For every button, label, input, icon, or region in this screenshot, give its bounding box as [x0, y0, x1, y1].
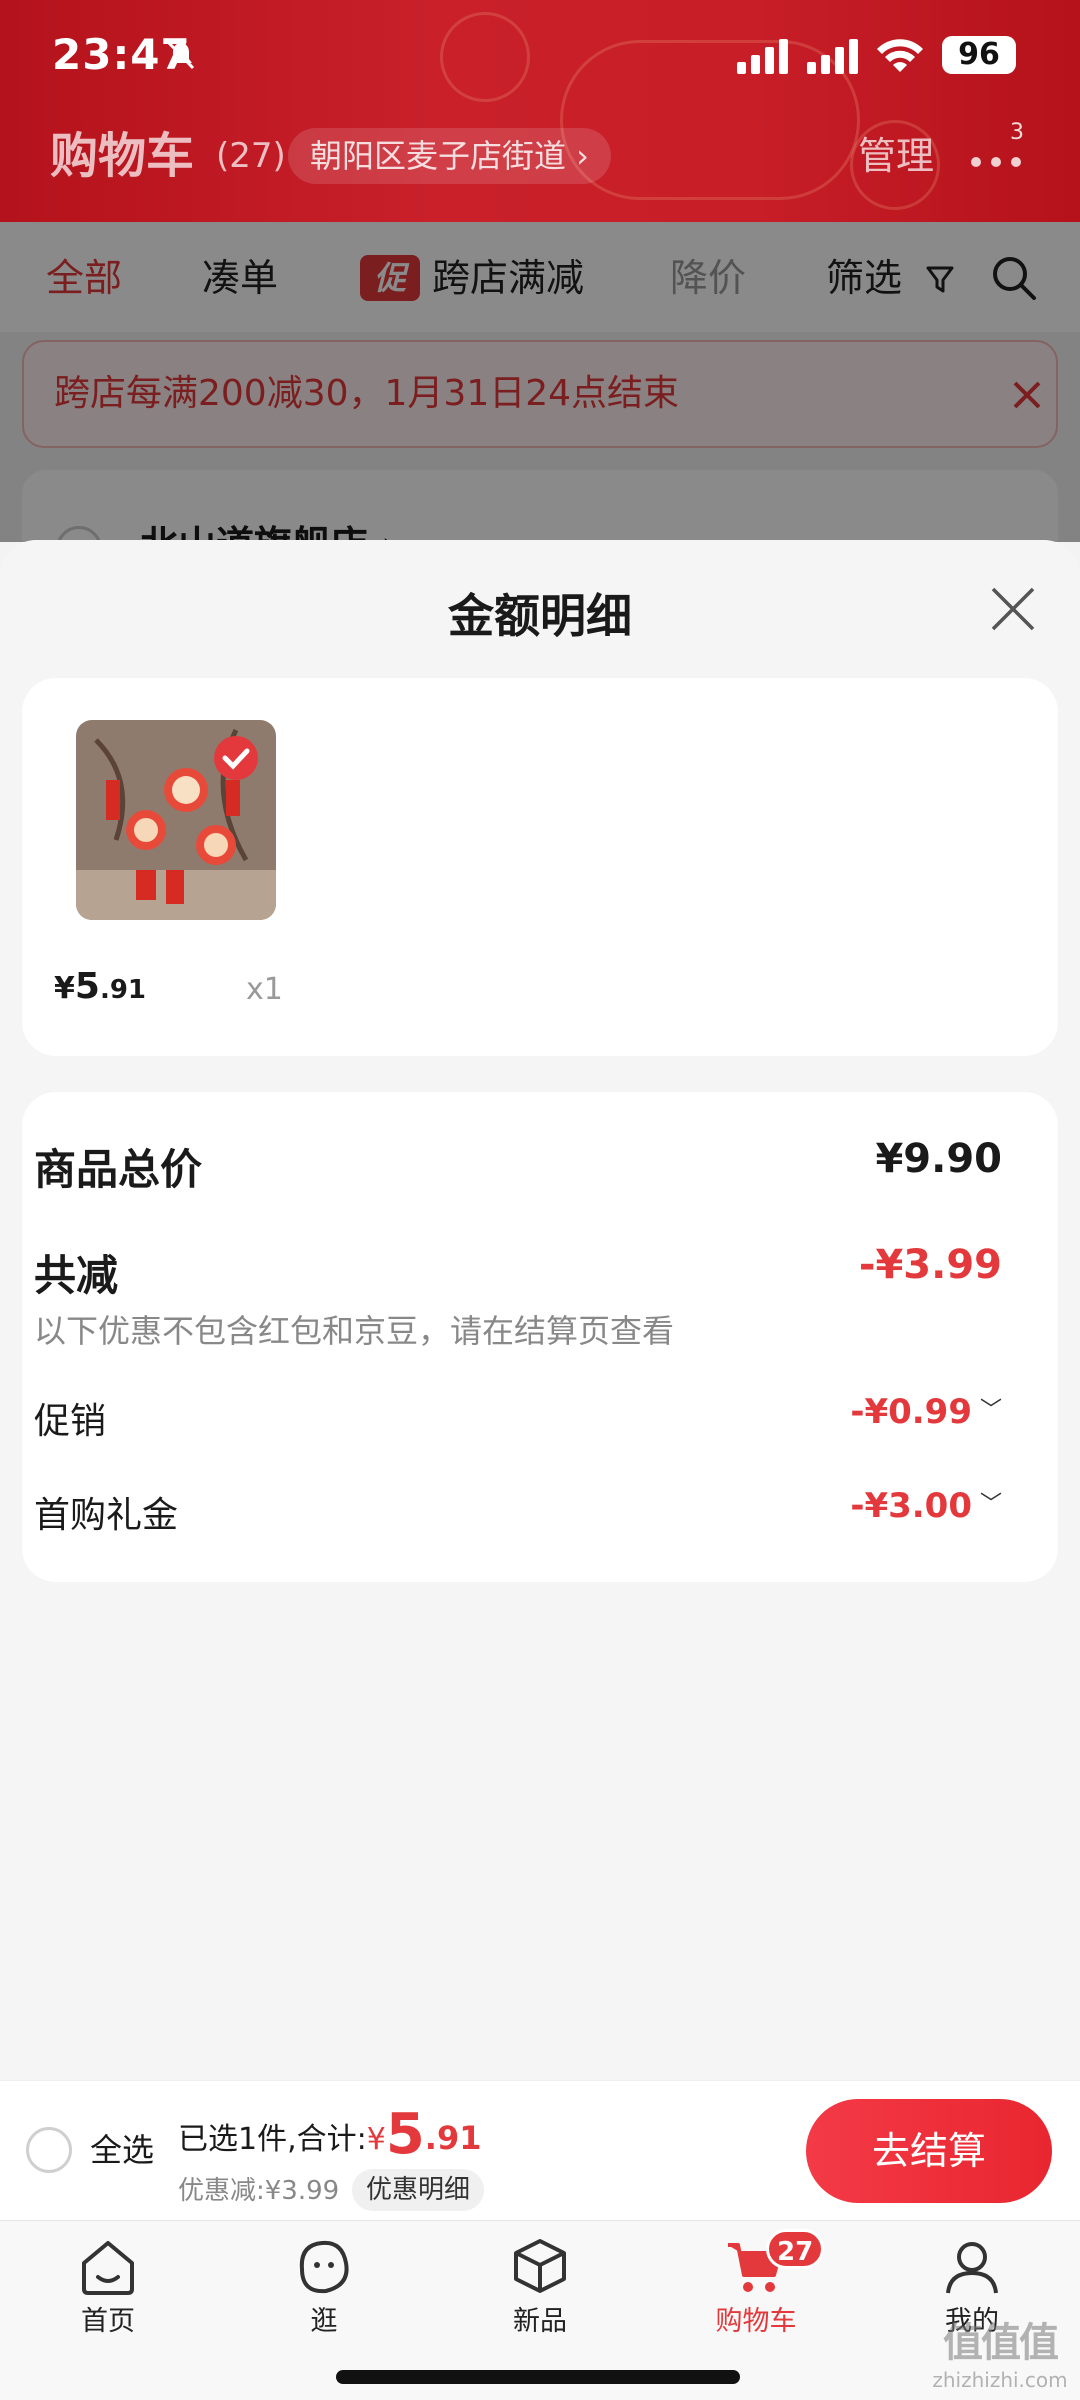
person-icon	[946, 2242, 998, 2294]
header: 23:47 96 购物车 (27) 朝阳区麦子店街道 › 管理 3	[0, 0, 1080, 222]
more-badge: 3	[1010, 120, 1024, 145]
checkout-bar: 全选 已选1件,合计:¥5.91 优惠减:¥3.99 优惠明细 去结算	[0, 2080, 1080, 2220]
promotion-label: 促销	[34, 1401, 107, 1442]
home-icon	[82, 2241, 134, 2295]
total-currency: ¥	[366, 2122, 386, 2157]
reduction-label: 共减	[34, 1251, 119, 1300]
home-indicator[interactable]	[336, 2370, 740, 2384]
chevron-down-icon: ﹀	[979, 1492, 1002, 1517]
nav-item-new[interactable]: 新品	[470, 2235, 610, 2338]
item-quantity: x1	[246, 972, 283, 1007]
discount-amount: 优惠减:¥3.99	[178, 2176, 340, 2206]
nav-label: 新品	[513, 2306, 567, 2337]
reduction-row: 共减 -¥3.99	[34, 1242, 1002, 1302]
select-all-radio[interactable]	[26, 2127, 72, 2173]
wifi-icon	[877, 39, 923, 72]
first-purchase-gift-row[interactable]: 首购礼金 -¥3.00 ﹀	[34, 1486, 1002, 1542]
browse-icon	[299, 2240, 349, 2294]
manage-button[interactable]: 管理	[858, 120, 934, 192]
nav-label: 首页	[81, 2306, 135, 2337]
item-price-symbol: ¥	[54, 971, 75, 1006]
promotion-value: -¥0.99	[850, 1392, 972, 1432]
status-bar: 23:47 96	[0, 0, 1080, 110]
nav-label: 逛	[310, 2306, 338, 2337]
battery-level: 96	[942, 36, 1016, 74]
watermark-url: zhizhizhi.com	[932, 2368, 1068, 2392]
reduction-value: -¥3.99	[858, 1242, 1002, 1288]
cart-badge: 27	[766, 2229, 825, 2269]
amount-detail-sheet: 金额明细 ¥5.91 x1 商品总价 ¥9.90 共减 -¥3.99 以下优惠不…	[0, 540, 1080, 2080]
product-image	[76, 720, 276, 920]
nav-label: 购物车	[715, 2306, 797, 2337]
product-thumbnail[interactable]	[76, 720, 276, 920]
total-decimal: .91	[424, 2119, 482, 2157]
item-price-decimal: .91	[99, 975, 146, 1005]
watermark-logo: 值值值	[943, 2320, 1059, 2366]
total-integer: 5	[385, 2102, 425, 2167]
modal-overlay[interactable]	[0, 222, 1080, 542]
cart-count: (27)	[216, 136, 286, 176]
item-price-integer: 5	[74, 966, 100, 1007]
total-label: 商品总价	[34, 1145, 203, 1194]
total-row: 商品总价 ¥9.90	[34, 1136, 1002, 1196]
watermark: 值值值 zhizhizhi.com	[930, 2310, 1070, 2392]
selection-summary: 已选1件,合计:¥5.91	[178, 2107, 482, 2166]
gift-value: -¥3.00	[850, 1486, 972, 1526]
gift-label: 首购礼金	[34, 1495, 179, 1536]
discount-detail-button[interactable]: 优惠明细	[352, 2169, 485, 2211]
address-selector[interactable]: 朝阳区麦子店街道 ›	[288, 128, 611, 184]
header-title-row: 购物车 (27) 朝阳区麦子店街道 › 管理 3	[0, 120, 1080, 200]
select-all-label[interactable]: 全选	[90, 2127, 154, 2173]
item-list-card	[22, 678, 1058, 1056]
summary-prefix: 已选1件,合计:	[178, 2122, 367, 2157]
mute-bell-icon	[167, 41, 195, 70]
bottom-nav: 首页 逛 新品 购物车 27 我的	[0, 2220, 1080, 2352]
promotion-value-wrap: -¥0.99 ﹀	[850, 1392, 1002, 1432]
gift-value-wrap: -¥3.00 ﹀	[850, 1486, 1002, 1526]
chevron-down-icon: ﹀	[979, 1398, 1002, 1423]
box-icon	[514, 2239, 566, 2293]
checkout-button[interactable]: 去结算	[806, 2099, 1052, 2203]
nav-item-browse[interactable]: 逛	[254, 2235, 394, 2338]
page-title: 购物车	[50, 128, 195, 184]
more-icon[interactable]	[966, 140, 1026, 180]
discount-note: 以下优惠不包含红包和京豆，请在结算页查看	[34, 1312, 675, 1350]
item-price: ¥5.91	[54, 966, 146, 1007]
cell-signal-icon	[807, 39, 858, 74]
cell-signal-icon	[737, 39, 788, 74]
promotion-row[interactable]: 促销 -¥0.99 ﹀	[34, 1392, 1002, 1448]
sheet-title: 金额明细	[448, 589, 632, 643]
total-value: ¥9.90	[875, 1136, 1002, 1182]
nav-item-home[interactable]: 首页	[38, 2235, 178, 2338]
close-icon[interactable]	[988, 584, 1038, 634]
